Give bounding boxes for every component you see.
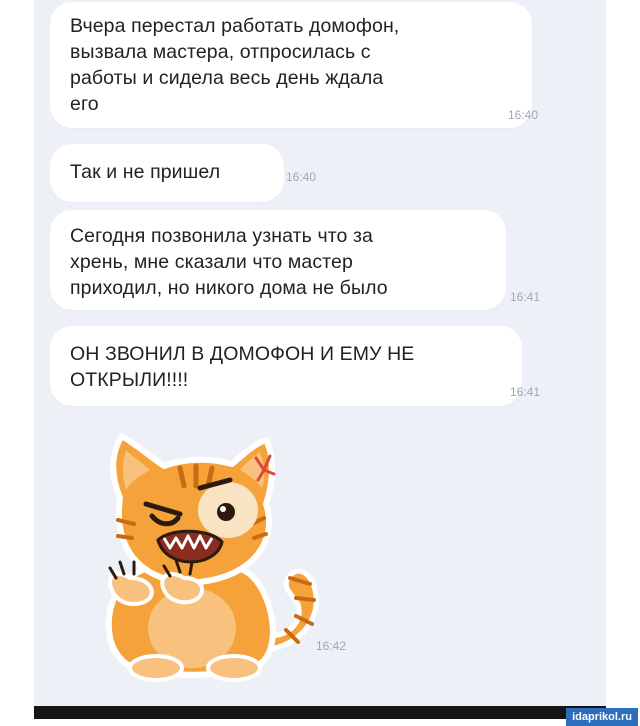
message-bubble[interactable]: Вчера перестал работать домофон, вызвала… xyxy=(50,2,532,128)
message-text: ОН ЗВОНИЛ В ДОМОФОН И ЕМУ НЕ ОТКРЫЛИ!!!! xyxy=(70,343,415,391)
message-text: Сегодня позвонила узнать что за хрень, м… xyxy=(70,225,388,299)
angry-cat-sticker-icon[interactable] xyxy=(60,428,330,688)
message-bubble[interactable]: ОН ЗВОНИЛ В ДОМОФОН И ЕМУ НЕ ОТКРЫЛИ!!!! xyxy=(50,326,522,406)
message-bubble[interactable]: Так и не пришел xyxy=(50,144,284,202)
message-bubble[interactable]: Сегодня позвонила узнать что за хрень, м… xyxy=(50,210,506,310)
message-text: Так и не пришел xyxy=(70,161,221,183)
message-text: Вчера перестал работать домофон, вызвала… xyxy=(70,15,400,115)
watermark-label: idaprikol.ru xyxy=(566,708,638,726)
message-time: 16:40 xyxy=(508,108,539,122)
message-time: 16:41 xyxy=(510,290,541,304)
sticker-time: 16:42 xyxy=(316,639,347,653)
message-time: 16:41 xyxy=(510,385,541,399)
message-time: 16:40 xyxy=(286,170,317,184)
chat-screen: Вчера перестал работать домофон, вызвала… xyxy=(34,0,606,706)
screen-bottom-edge xyxy=(34,706,606,719)
